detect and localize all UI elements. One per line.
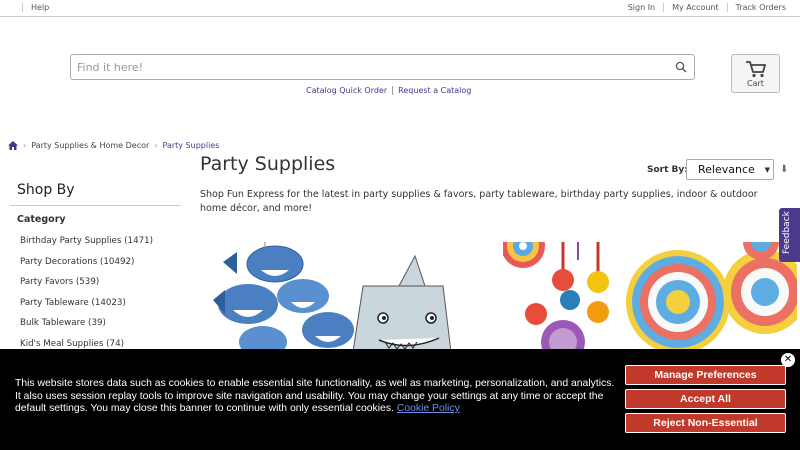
cart-button[interactable]: Cart xyxy=(731,54,780,93)
sort-label: Sort By: xyxy=(647,165,688,175)
chevron-down-icon: ▼ xyxy=(764,166,770,174)
category-item[interactable]: Party Decorations (10492) xyxy=(20,257,153,278)
manage-preferences-button[interactable]: Manage Preferences xyxy=(625,365,786,385)
category-heading: Category xyxy=(17,214,66,225)
category-item[interactable]: Bulk Tableware (39) xyxy=(20,318,153,339)
page-description: Shop Fun Express for the latest in party… xyxy=(200,189,758,214)
catalog-quick-order-link[interactable]: Catalog Quick Order xyxy=(306,86,394,95)
cart-label: Cart xyxy=(747,79,764,88)
search-bar xyxy=(70,54,695,80)
top-utility-bar: Help Sign In My Account Track Orders xyxy=(0,0,800,17)
sign-in-link[interactable]: Sign In xyxy=(620,3,663,12)
request-catalog-link[interactable]: Request a Catalog xyxy=(393,86,471,95)
catalog-links: Catalog Quick Order Request a Catalog xyxy=(306,86,471,95)
cookie-message: This website stores data such as cookies… xyxy=(15,378,615,414)
breadcrumb-separator: › xyxy=(23,141,27,150)
breadcrumb-separator: › xyxy=(154,141,158,150)
sort-dropdown[interactable]: Relevance ▼ xyxy=(686,159,774,180)
account-links: Sign In My Account Track Orders xyxy=(620,3,794,12)
breadcrumb-party-supplies-home-decor[interactable]: Party Supplies & Home Decor xyxy=(31,141,149,150)
category-item[interactable]: Birthday Party Supplies (1471) xyxy=(20,236,153,257)
my-account-link[interactable]: My Account xyxy=(663,3,726,12)
accept-all-button[interactable]: Accept All xyxy=(625,389,786,409)
shark-party-image xyxy=(203,242,497,352)
reject-non-essential-button[interactable]: Reject Non-Essential xyxy=(625,413,786,433)
page-title: Party Supplies xyxy=(200,153,336,175)
cookie-text: This website stores data such as cookies… xyxy=(15,378,620,416)
breadcrumb: › Party Supplies & Home Decor › Party Su… xyxy=(8,141,219,150)
category-list: Birthday Party Supplies (1471) Party Dec… xyxy=(20,236,153,359)
breadcrumb-current[interactable]: Party Supplies xyxy=(162,141,219,150)
feedback-tab[interactable]: Feedback xyxy=(779,208,800,262)
product-tile-superhero-decor[interactable] xyxy=(503,242,797,352)
home-icon[interactable] xyxy=(8,141,18,150)
help-link[interactable]: Help xyxy=(22,3,49,12)
search-input[interactable] xyxy=(71,55,661,79)
category-item[interactable]: Party Tableware (14023) xyxy=(20,298,153,319)
sort-direction-icon[interactable]: ⬇ xyxy=(780,164,788,175)
sidebar-divider xyxy=(10,205,181,206)
category-item[interactable]: Party Favors (539) xyxy=(20,277,153,298)
cookie-policy-link[interactable]: Cookie Policy xyxy=(397,403,460,414)
sort-selected-value: Relevance xyxy=(698,163,755,176)
search-icon[interactable] xyxy=(675,61,687,73)
feedback-label: Feedback xyxy=(782,211,792,254)
sidebar-title: Shop By xyxy=(17,182,75,198)
product-tile-shark-decor[interactable] xyxy=(203,242,497,352)
track-orders-link[interactable]: Track Orders xyxy=(726,3,794,12)
cart-icon xyxy=(745,61,766,78)
superhero-party-image xyxy=(503,242,797,352)
close-icon[interactable]: ✕ xyxy=(781,353,795,367)
